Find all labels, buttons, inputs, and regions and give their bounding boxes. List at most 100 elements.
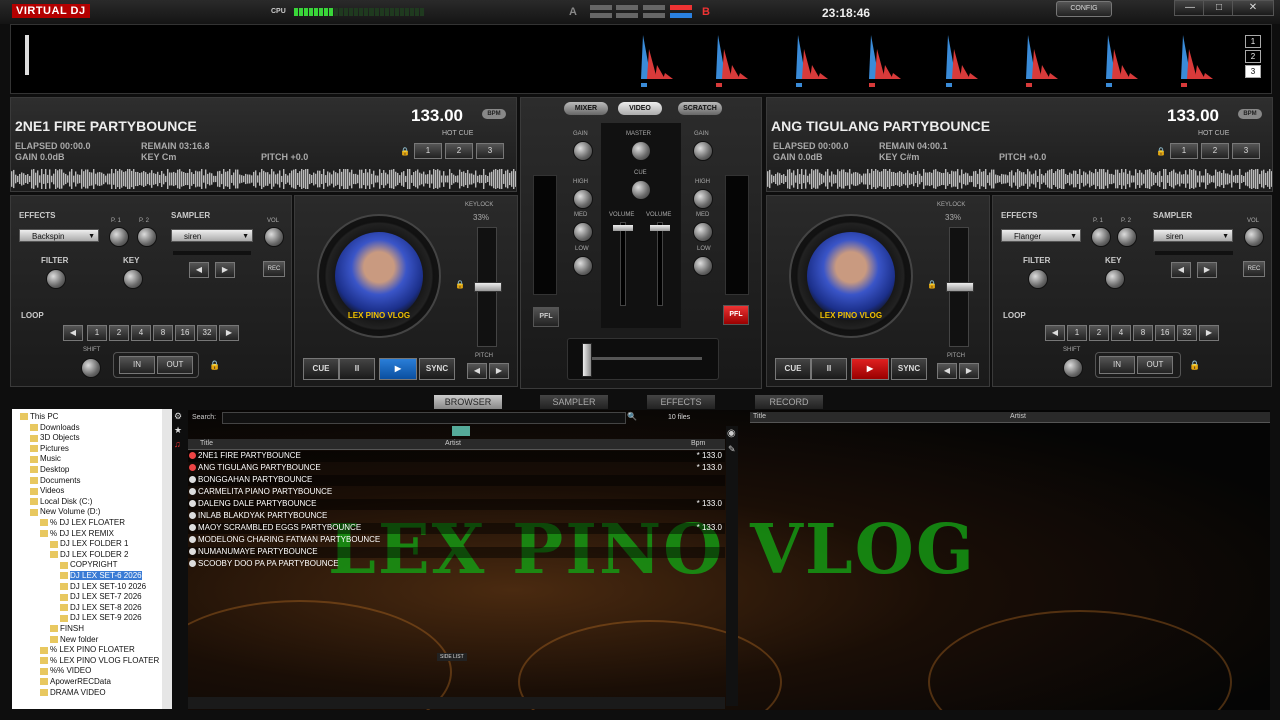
- loop-size-1[interactable]: 1: [87, 325, 107, 341]
- effect-select[interactable]: Flanger: [1001, 229, 1081, 243]
- sampler-prev-button[interactable]: ◀: [1171, 262, 1191, 278]
- tree-item[interactable]: DJ LEX SET-7 2026: [60, 592, 142, 601]
- gain-right-knob[interactable]: [693, 141, 713, 161]
- crossfader-handle[interactable]: [582, 343, 592, 377]
- playlist-icon[interactable]: ♫: [174, 439, 184, 449]
- track-row[interactable]: MODELONG CHARING FATMAN PARTYBOUNCE: [188, 535, 725, 546]
- tree-item[interactable]: DJ LEX SET-6 2026: [60, 571, 142, 580]
- high-left-knob[interactable]: [573, 189, 593, 209]
- maximize-button[interactable]: □: [1203, 0, 1235, 16]
- tree-item[interactable]: % LEX PINO VLOG FLOATER: [40, 656, 159, 665]
- side-column-title[interactable]: Title: [753, 413, 766, 420]
- pfl-right-button[interactable]: PFL: [723, 305, 749, 325]
- side-list-button[interactable]: SIDE LIST: [437, 653, 467, 661]
- loop-in-button[interactable]: IN: [1099, 356, 1135, 374]
- tree-item[interactable]: 3D Objects: [30, 433, 80, 442]
- play-button[interactable]: ▶: [379, 358, 417, 380]
- hot-cue-3-button[interactable]: 3: [1232, 143, 1260, 159]
- cue-button[interactable]: CUE: [775, 358, 811, 380]
- tab-mixer[interactable]: MIXER: [564, 102, 608, 115]
- track-row[interactable]: BONGGAHAN PARTYBOUNCE: [188, 475, 725, 486]
- sampler-next-button[interactable]: ▶: [215, 262, 235, 278]
- tree-item[interactable]: DJ LEX SET-9 2026: [60, 613, 142, 622]
- pitch-down-button[interactable]: ◀: [937, 363, 957, 379]
- globe-icon[interactable]: ◉: [727, 428, 736, 439]
- effect-p2-knob[interactable]: [1117, 227, 1137, 247]
- sample-select[interactable]: siren: [171, 229, 253, 243]
- pause-button[interactable]: II: [339, 358, 375, 380]
- loop-size-32[interactable]: 32: [197, 325, 217, 341]
- loop-lock-icon[interactable]: 🔒: [209, 360, 220, 371]
- folder-tree[interactable]: This PC Downloads 3D Objects Pictures Music D…: [12, 409, 172, 709]
- sampler-next-button[interactable]: ▶: [1197, 262, 1217, 278]
- deck-right-bpm-button[interactable]: BPM: [1238, 109, 1262, 119]
- fader-handle[interactable]: [650, 225, 670, 231]
- loop-size-2[interactable]: 2: [1089, 325, 1109, 341]
- tree-item[interactable]: DRAMA VIDEO: [40, 688, 106, 697]
- tree-item[interactable]: Local Disk (C:): [30, 497, 92, 506]
- tree-item[interactable]: New folder: [50, 635, 98, 644]
- sampler-rec-button[interactable]: REC: [263, 261, 285, 277]
- sample-select[interactable]: siren: [1153, 229, 1233, 243]
- sampler-prev-button[interactable]: ◀: [189, 262, 209, 278]
- track-row[interactable]: INLAB BLAKDYAK PARTYBOUNCE: [188, 511, 725, 522]
- filter-knob[interactable]: [1028, 269, 1048, 289]
- column-bpm[interactable]: Bpm: [691, 440, 705, 447]
- deck-left-waveform[interactable]: [11, 169, 516, 189]
- column-artist[interactable]: Artist: [445, 440, 461, 447]
- loop-out-button[interactable]: OUT: [1137, 356, 1173, 374]
- tree-item[interactable]: DJ LEX FOLDER 1: [50, 539, 128, 548]
- tree-item[interactable]: ApowerRECData: [40, 677, 111, 686]
- deck-left-pitch-slider[interactable]: [474, 227, 502, 347]
- tab-browser[interactable]: BROWSER: [434, 395, 502, 409]
- loop-in-button[interactable]: IN: [119, 356, 155, 374]
- pitch-handle[interactable]: [946, 282, 974, 292]
- sampler-vol-knob[interactable]: [1244, 227, 1264, 247]
- tree-item[interactable]: Music: [30, 454, 61, 463]
- loop-next-button[interactable]: ▶: [219, 325, 239, 341]
- deck-right-waveform[interactable]: [767, 169, 1272, 189]
- tree-item[interactable]: % DJ LEX FLOATER: [40, 518, 125, 527]
- column-title[interactable]: Title: [200, 440, 213, 447]
- loop-prev-button[interactable]: ◀: [63, 325, 83, 341]
- tree-item[interactable]: Downloads: [30, 423, 80, 432]
- low-right-knob[interactable]: [693, 256, 713, 276]
- tree-item[interactable]: New Volume (D:): [30, 507, 100, 516]
- play-button[interactable]: ▶: [851, 358, 889, 380]
- rhythm-zoom-3[interactable]: 3: [1245, 65, 1261, 78]
- track-row[interactable]: NUMANUMAYE PARTYBOUNCE: [188, 547, 725, 558]
- track-row[interactable]: SCOOBY DOO PA PA PARTYBOUNCE: [188, 559, 725, 570]
- tree-item[interactable]: Videos: [30, 486, 64, 495]
- volume-left-fader[interactable]: [613, 222, 633, 306]
- gain-left-knob[interactable]: [573, 141, 593, 161]
- effect-p2-knob[interactable]: [137, 227, 157, 247]
- tab-video[interactable]: VIDEO: [618, 102, 662, 115]
- pitch-up-button[interactable]: ▶: [489, 363, 509, 379]
- side-column-artist[interactable]: Artist: [1010, 413, 1026, 420]
- sync-button[interactable]: SYNC: [891, 358, 927, 380]
- tree-item[interactable]: FINSH: [50, 624, 84, 633]
- tree-item[interactable]: %% VIDEO: [40, 666, 91, 675]
- minimize-button[interactable]: —: [1174, 0, 1206, 16]
- hot-cue-2-button[interactable]: 2: [445, 143, 473, 159]
- rhythm-window[interactable]: 1 2 3: [10, 24, 1272, 94]
- loop-size-4[interactable]: 4: [1111, 325, 1131, 341]
- tree-item[interactable]: COPYRIGHT: [60, 560, 118, 569]
- filter-knob[interactable]: [46, 269, 66, 289]
- tree-item[interactable]: % DJ LEX REMIX: [40, 529, 114, 538]
- deck-left-jogwheel[interactable]: LEX PINO VLOG: [317, 214, 441, 338]
- tree-item[interactable]: DJ LEX FOLDER 2: [50, 550, 128, 559]
- key-knob[interactable]: [1105, 269, 1125, 289]
- loop-size-8[interactable]: 8: [153, 325, 173, 341]
- loop-size-8[interactable]: 8: [1133, 325, 1153, 341]
- folder-add-icon[interactable]: ⚙: [174, 411, 184, 421]
- plug-icon[interactable]: ✎: [728, 444, 736, 455]
- track-row[interactable]: MAOY SCRAMBLED EGGS PARTYBOUNCE * 133.0: [188, 523, 725, 534]
- loop-size-16[interactable]: 16: [175, 325, 195, 341]
- loop-prev-button[interactable]: ◀: [1045, 325, 1065, 341]
- key-knob[interactable]: [123, 269, 143, 289]
- tree-item[interactable]: DJ LEX SET-8 2026: [60, 603, 142, 612]
- tree-scrollbar[interactable]: [162, 409, 172, 709]
- cue-button[interactable]: CUE: [303, 358, 339, 380]
- crossfader[interactable]: [567, 338, 719, 380]
